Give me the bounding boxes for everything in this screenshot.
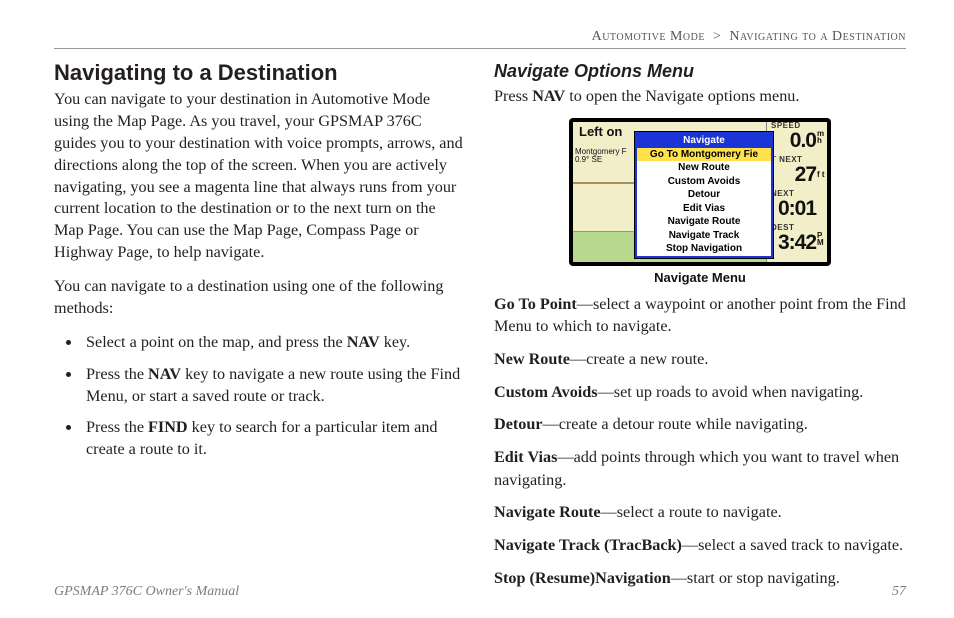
popup-menu-item[interactable]: Navigate Track bbox=[637, 229, 771, 243]
panel-unit: P M bbox=[817, 232, 825, 246]
popup-menu-item[interactable]: Custom Avoids bbox=[637, 175, 771, 189]
breadcrumb-sub: Navigating to a Destination bbox=[729, 29, 906, 44]
definition-desc: —select a route to navigate. bbox=[601, 503, 782, 521]
definition-term: Navigate Track (TracBack) bbox=[494, 536, 682, 554]
key-name: NAV bbox=[347, 333, 380, 351]
breadcrumb: Automotive Mode > Navigating to a Destin… bbox=[54, 30, 906, 44]
panel-unit: f t bbox=[817, 171, 825, 178]
panel-value: 0:01 bbox=[778, 197, 816, 220]
text-run: key. bbox=[380, 333, 410, 351]
popup-menu-item[interactable]: Detour bbox=[637, 188, 771, 202]
popup-menu-item[interactable]: Stop Navigation bbox=[637, 242, 771, 256]
device-bezel: Left on Montgomery F 0.9° SE SPEED 0.0m … bbox=[569, 118, 831, 266]
breadcrumb-sep: > bbox=[713, 29, 721, 44]
text-run: Press the bbox=[86, 418, 148, 436]
navigate-popup: Navigate Go To Montgomery Fie New Route … bbox=[635, 132, 773, 258]
key-name: FIND bbox=[148, 418, 188, 436]
definition-term: New Route bbox=[494, 350, 570, 368]
panel-unit: m h bbox=[817, 130, 825, 144]
method-item: Press the FIND key to search for a parti… bbox=[82, 417, 466, 461]
definition: Navigate Track (TracBack)—select a saved… bbox=[494, 534, 906, 557]
intro-paragraph-2: You can navigate to a destination using … bbox=[54, 276, 466, 320]
definition-term: Navigate Route bbox=[494, 503, 601, 521]
header-rule bbox=[54, 48, 906, 49]
definition-term: Edit Vias bbox=[494, 448, 557, 466]
text-run: to open the Navigate options menu. bbox=[565, 87, 799, 105]
definition-desc: —create a new route. bbox=[570, 350, 708, 368]
popup-menu-item[interactable]: Go To Montgomery Fie bbox=[637, 148, 771, 162]
definition-desc: —set up roads to avoid when navigating. bbox=[598, 383, 864, 401]
definition: New Route—create a new route. bbox=[494, 348, 906, 371]
definition-term: Go To Point bbox=[494, 295, 577, 313]
popup-menu-item[interactable]: Navigate Route bbox=[637, 215, 771, 229]
text-run: Press bbox=[494, 87, 532, 105]
definition: Go To Point—select a waypoint or another… bbox=[494, 293, 906, 338]
figure-caption: Navigate Menu bbox=[569, 270, 831, 285]
footer-page-number: 57 bbox=[892, 584, 906, 600]
definition: Navigate Route—select a route to navigat… bbox=[494, 501, 906, 524]
screen-top-text: Left on bbox=[579, 124, 622, 139]
definition: Custom Avoids—set up roads to avoid when… bbox=[494, 381, 906, 404]
popup-title: Navigate bbox=[637, 134, 771, 148]
definition-desc: —create a detour route while navigating. bbox=[543, 415, 808, 433]
popup-menu-item[interactable]: New Route bbox=[637, 161, 771, 175]
panel-value: 27 bbox=[795, 163, 816, 186]
definition: Edit Vias—add points through which you w… bbox=[494, 446, 906, 491]
panel-value: 3:42 bbox=[778, 231, 816, 254]
definition: Detour—create a detour route while navig… bbox=[494, 413, 906, 436]
screen-side-label: Montgomery F 0.9° SE bbox=[575, 148, 627, 166]
intro-paragraph-1: You can navigate to your destination in … bbox=[54, 89, 466, 264]
side-label-row: 0.9° SE bbox=[575, 155, 602, 164]
breadcrumb-section: Automotive Mode bbox=[592, 29, 705, 44]
key-name: NAV bbox=[532, 87, 565, 105]
popup-menu-item[interactable]: Edit Vias bbox=[637, 202, 771, 216]
screen-right-col: SPEED 0.0m h T NEXT 27f t NEXT 0:01 bbox=[766, 122, 827, 262]
key-name: NAV bbox=[148, 365, 181, 383]
footer-book-title: GPSMAP 376C Owner's Manual bbox=[54, 584, 239, 600]
definition-term: Custom Avoids bbox=[494, 383, 598, 401]
device-figure: Left on Montgomery F 0.9° SE SPEED 0.0m … bbox=[569, 118, 831, 285]
right-column: Navigate Options Menu Press NAV to open … bbox=[494, 59, 906, 599]
left-column: Navigating to a Destination You can navi… bbox=[54, 59, 466, 599]
nav-intro: Press NAV to open the Navigate options m… bbox=[494, 86, 906, 108]
text-run: Press the bbox=[86, 365, 148, 383]
definition-desc: —select a saved track to navigate. bbox=[682, 536, 903, 554]
manual-page: Automotive Mode > Navigating to a Destin… bbox=[0, 0, 954, 618]
method-item: Select a point on the map, and press the… bbox=[82, 332, 466, 354]
page-footer: GPSMAP 376C Owner's Manual 57 bbox=[54, 584, 906, 600]
section-title: Navigating to a Destination bbox=[54, 61, 466, 85]
side-label-row: Montgomery F bbox=[575, 147, 627, 156]
panel-value: 0.0 bbox=[790, 129, 816, 152]
text-run: Select a point on the map, and press the bbox=[86, 333, 347, 351]
subsection-title: Navigate Options Menu bbox=[494, 61, 906, 82]
methods-list: Select a point on the map, and press the… bbox=[54, 332, 466, 461]
device-screen: Left on Montgomery F 0.9° SE SPEED 0.0m … bbox=[573, 122, 827, 262]
definition-term: Detour bbox=[494, 415, 543, 433]
method-item: Press the NAV key to navigate a new rout… bbox=[82, 364, 466, 408]
